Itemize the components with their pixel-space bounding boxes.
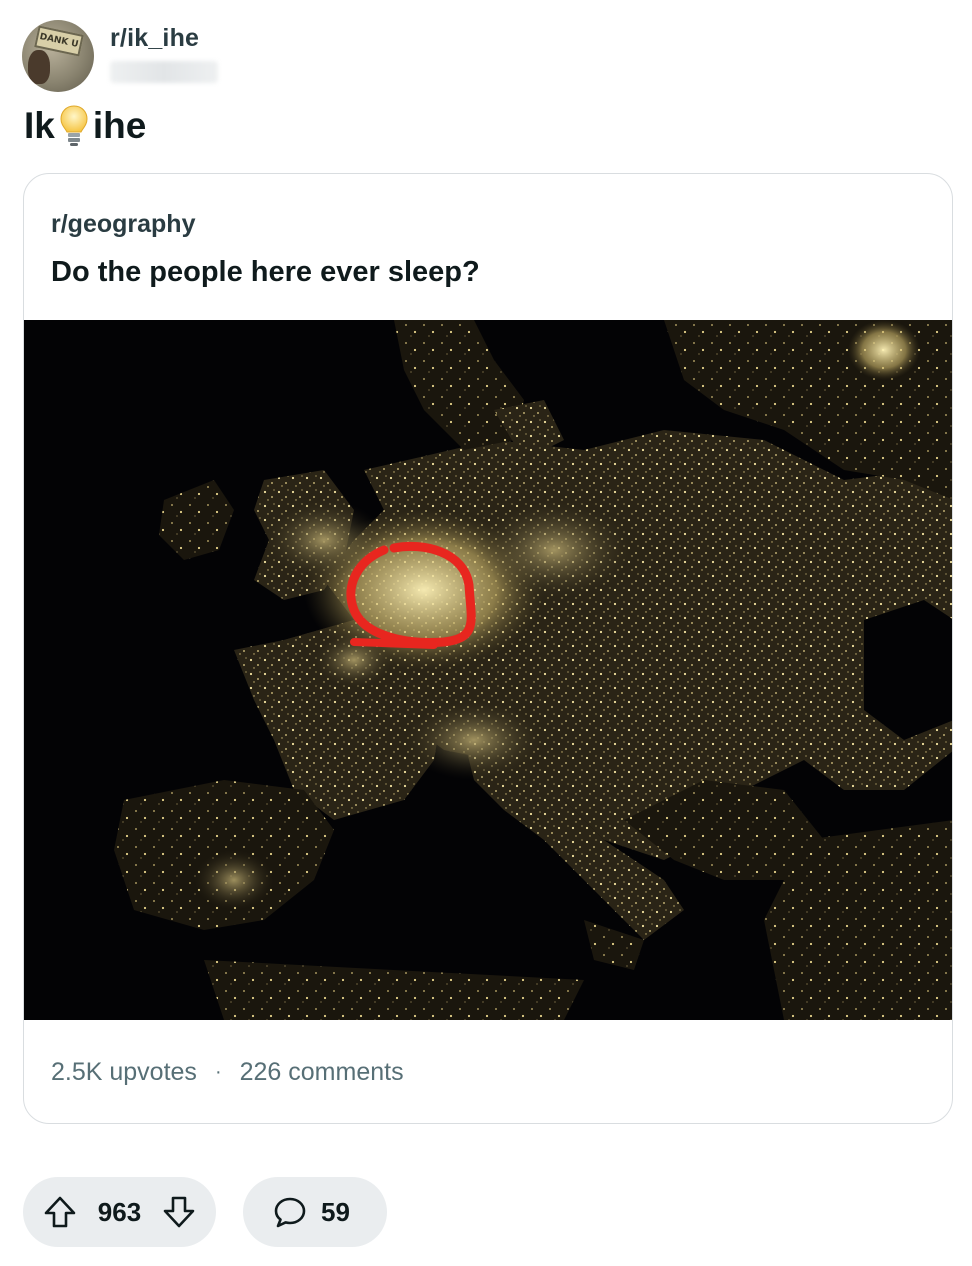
post-actions: 963 59 [23, 1177, 387, 1247]
vote-count: 963 [97, 1196, 142, 1227]
post-header: DANK U r/ik_ihe [22, 20, 218, 92]
post-title-right: ihe [92, 105, 147, 146]
comment-button[interactable]: 59 [243, 1177, 387, 1247]
subreddit-link[interactable]: r/ik_ihe [110, 24, 218, 53]
avatar-face [28, 50, 50, 84]
crosspost-subreddit[interactable]: r/geography [51, 210, 195, 239]
stats-separator: · [214, 1061, 222, 1083]
lightbulb-icon [59, 104, 89, 148]
crosspost-title[interactable]: Do the people here ever sleep? [51, 256, 480, 289]
post-title-left: Ik [24, 105, 55, 146]
subreddit-avatar[interactable]: DANK U [22, 20, 94, 92]
vote-pill: 963 [23, 1177, 216, 1247]
post-title: Ik ihe [24, 104, 146, 148]
comment-bubble-icon [273, 1195, 307, 1229]
crosspost-upvotes: 2.5K upvotes [51, 1058, 197, 1086]
europe-night-lights-image[interactable] [24, 320, 952, 1020]
crosspost-stats: 2.5K upvotes · 226 comments [51, 1058, 404, 1087]
comment-count: 59 [321, 1196, 350, 1227]
blurred-username [110, 61, 218, 83]
crosspost-card[interactable]: r/geography Do the people here ever slee… [23, 173, 953, 1124]
crosspost-comments[interactable]: 226 comments [240, 1058, 404, 1087]
upvote-arrow-icon[interactable] [43, 1195, 77, 1229]
downvote-arrow-icon[interactable] [162, 1195, 196, 1229]
